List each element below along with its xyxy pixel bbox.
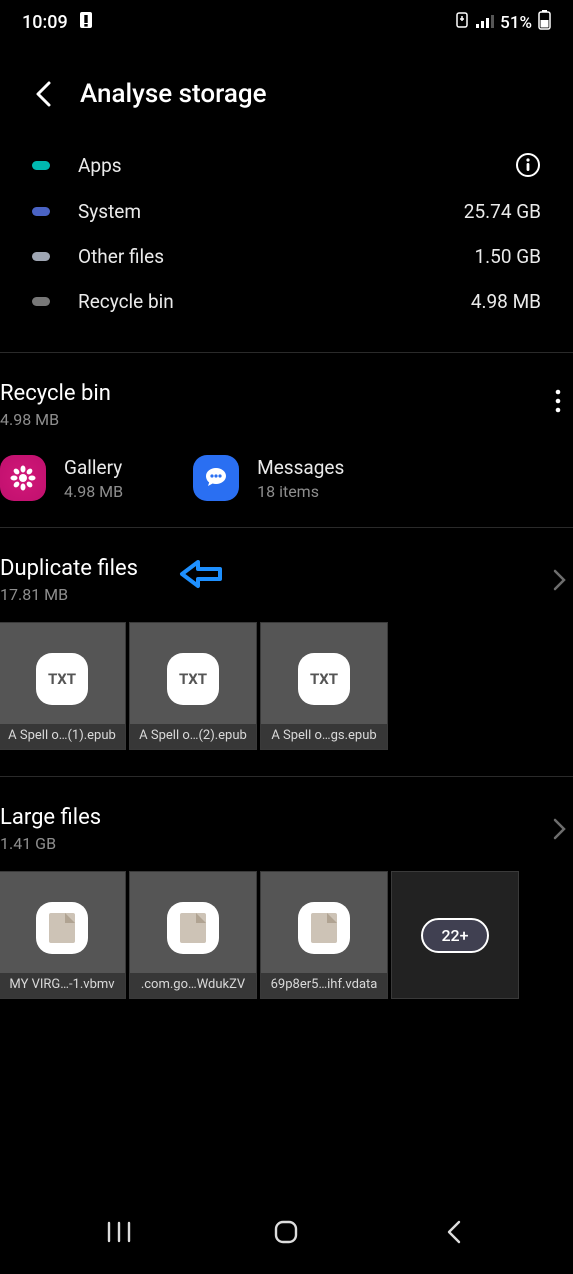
document-file-icon bbox=[36, 902, 88, 954]
chevron-right-icon bbox=[545, 566, 573, 594]
large-size: 1.41 GB bbox=[0, 834, 545, 853]
more-count-badge: 22+ bbox=[421, 918, 488, 953]
section-large-files[interactable]: Large files 1.41 GB MY VIRG…-1.vbmv .com… bbox=[0, 777, 573, 1025]
recycle-more-button[interactable] bbox=[543, 381, 573, 421]
recycle-size: 4.98 MB bbox=[0, 410, 543, 429]
storage-category-list: Apps System 25.74 GB Other files 1.50 GB… bbox=[32, 119, 541, 352]
duplicates-size: 17.81 MB bbox=[0, 585, 138, 604]
document-file-icon bbox=[167, 902, 219, 954]
file-thumbnail[interactable]: .com.go…WdukZV bbox=[129, 871, 257, 999]
file-name: A Spell o…gs.epub bbox=[261, 724, 387, 749]
category-dot-icon bbox=[32, 161, 50, 170]
file-name: A Spell o…(1).epub bbox=[0, 724, 125, 749]
category-dot-icon bbox=[32, 207, 50, 216]
recycle-item-label: Gallery bbox=[64, 456, 123, 479]
file-name: MY VIRG…-1.vbmv bbox=[0, 973, 125, 998]
txt-file-icon: TXT bbox=[298, 653, 350, 705]
category-dot-icon bbox=[32, 297, 50, 306]
home-button[interactable] bbox=[256, 1212, 316, 1252]
section-recycle-bin[interactable]: Recycle bin 4.98 MB Gallery 4.98 MB Mess… bbox=[0, 353, 573, 527]
storage-row-apps[interactable]: Apps bbox=[32, 141, 541, 189]
messages-icon bbox=[193, 455, 239, 501]
page-title: Analyse storage bbox=[80, 79, 267, 109]
data-saver-icon bbox=[454, 11, 470, 34]
file-name: A Spell o…(2).epub bbox=[130, 724, 256, 749]
system-nav-bar bbox=[0, 1204, 573, 1274]
arrow-left-icon bbox=[178, 556, 224, 596]
storage-row-recycle-bin[interactable]: Recycle bin 4.98 MB bbox=[32, 279, 541, 324]
signal-icon bbox=[476, 13, 494, 33]
status-time: 10:09 bbox=[22, 12, 68, 33]
more-files-tile[interactable]: 22+ bbox=[391, 871, 519, 999]
chevron-right-icon bbox=[545, 815, 573, 843]
status-bar: 10:09 51% bbox=[0, 0, 573, 43]
section-duplicate-files[interactable]: Duplicate files 17.81 MB TXT A Spell o…(… bbox=[0, 528, 573, 776]
txt-file-icon: TXT bbox=[167, 653, 219, 705]
storage-value: 25.74 GB bbox=[464, 200, 541, 223]
file-thumbnail[interactable]: 69p8er5…ihf.vdata bbox=[260, 871, 388, 999]
page-header: Analyse storage bbox=[0, 43, 573, 119]
recents-button[interactable] bbox=[89, 1212, 149, 1252]
file-thumbnail[interactable]: TXT A Spell o…gs.epub bbox=[260, 622, 388, 750]
recycle-item-sub: 4.98 MB bbox=[64, 482, 123, 501]
file-name: .com.go…WdukZV bbox=[130, 973, 256, 998]
gallery-icon bbox=[0, 455, 46, 501]
storage-row-system[interactable]: System 25.74 GB bbox=[32, 189, 541, 234]
duplicates-title: Duplicate files bbox=[0, 556, 138, 581]
recycle-item-label: Messages bbox=[257, 456, 344, 479]
recycle-item-sub: 18 items bbox=[257, 482, 344, 501]
storage-row-other-files[interactable]: Other files 1.50 GB bbox=[32, 234, 541, 279]
storage-value: 1.50 GB bbox=[474, 245, 541, 268]
txt-file-icon: TXT bbox=[36, 653, 88, 705]
storage-label: System bbox=[78, 200, 464, 223]
storage-value: 4.98 MB bbox=[471, 290, 541, 313]
document-file-icon bbox=[298, 902, 350, 954]
storage-label: Other files bbox=[78, 245, 474, 268]
back-button[interactable] bbox=[30, 80, 58, 108]
info-icon[interactable] bbox=[515, 152, 541, 178]
battery-percent: 51% bbox=[500, 13, 532, 33]
large-title: Large files bbox=[0, 805, 545, 830]
category-dot-icon bbox=[32, 252, 50, 261]
file-thumbnail[interactable]: TXT A Spell o…(1).epub bbox=[0, 622, 126, 750]
recycle-item-gallery[interactable]: Gallery 4.98 MB bbox=[0, 455, 123, 501]
file-name: 69p8er5…ihf.vdata bbox=[261, 973, 387, 998]
notification-icon bbox=[78, 11, 94, 34]
recycle-item-messages[interactable]: Messages 18 items bbox=[193, 455, 344, 501]
battery-icon bbox=[538, 10, 551, 35]
storage-label: Recycle bin bbox=[78, 290, 471, 313]
file-thumbnail[interactable]: TXT A Spell o…(2).epub bbox=[129, 622, 257, 750]
recycle-title: Recycle bin bbox=[0, 381, 543, 406]
storage-label: Apps bbox=[78, 154, 515, 177]
file-thumbnail[interactable]: MY VIRG…-1.vbmv bbox=[0, 871, 126, 999]
back-nav-button[interactable] bbox=[424, 1212, 484, 1252]
